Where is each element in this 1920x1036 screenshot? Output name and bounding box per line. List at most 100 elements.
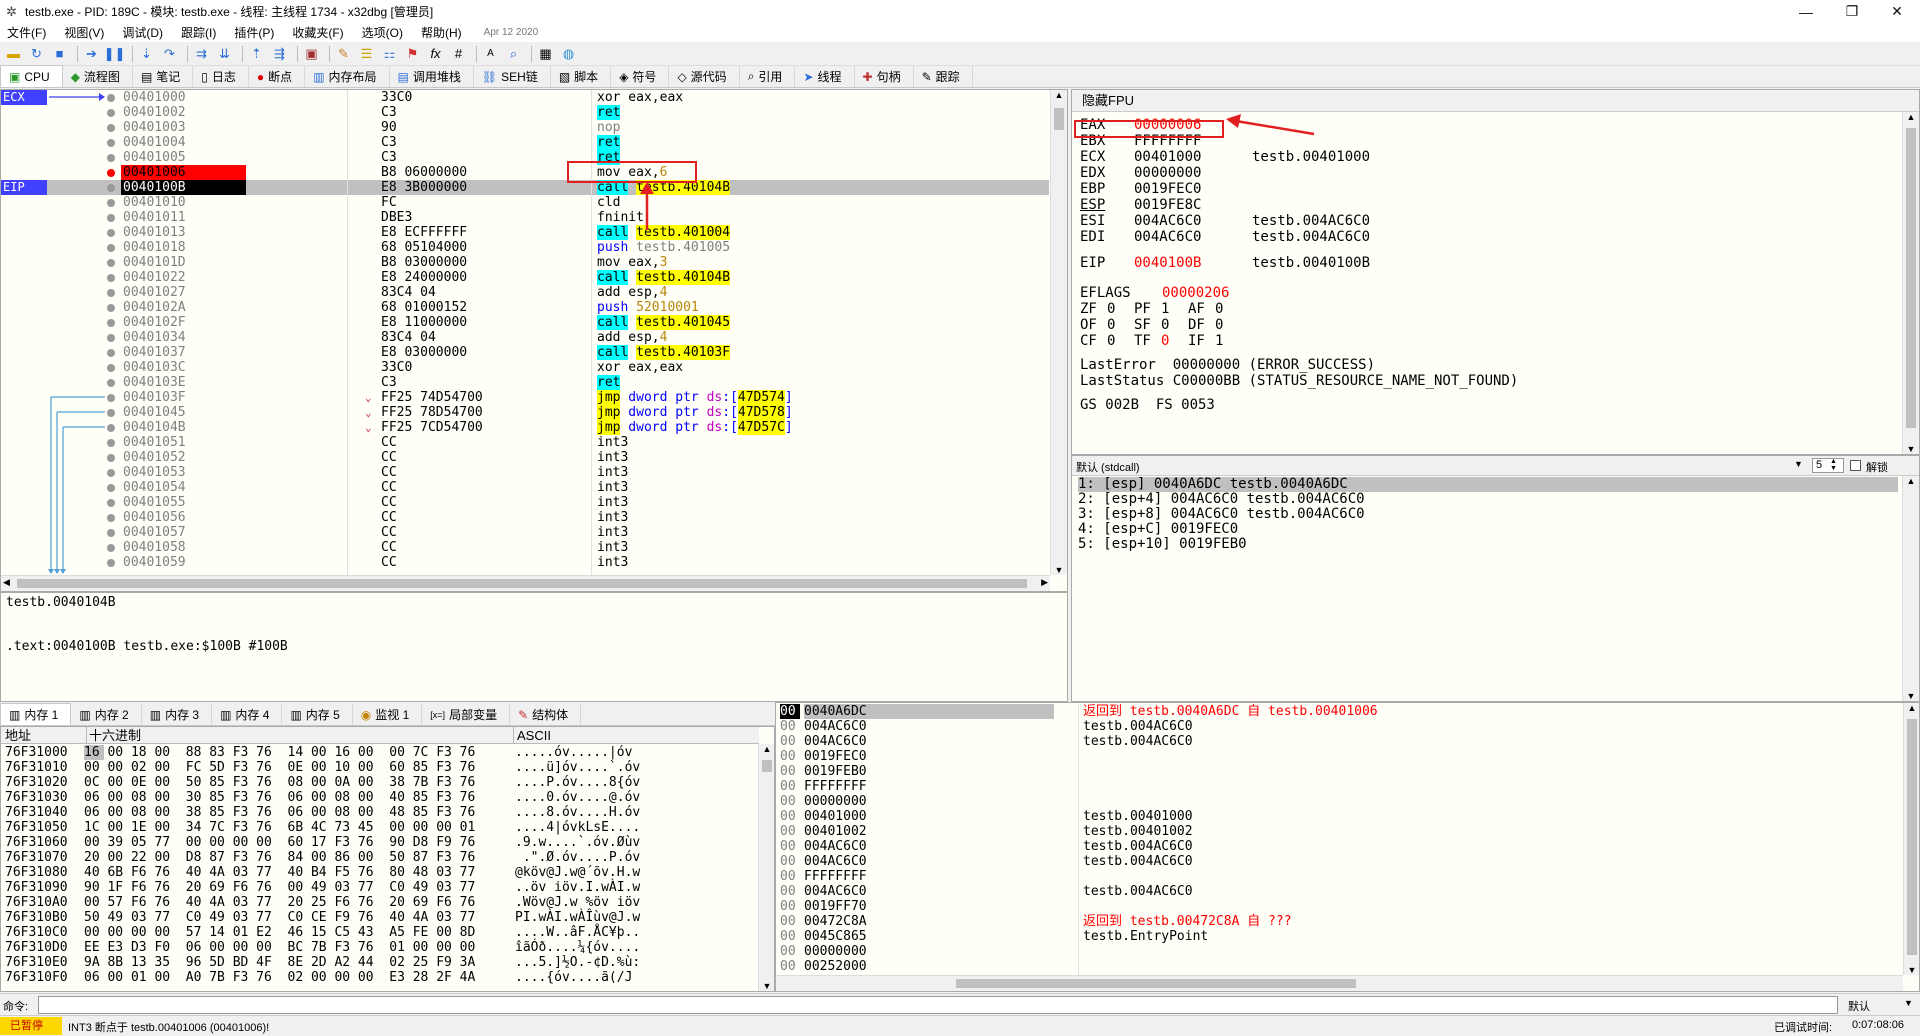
tab-references[interactable]: ⌕ 引用: [740, 66, 796, 87]
run-icon[interactable]: ➔: [82, 44, 101, 63]
scroll-down-icon[interactable]: ▼: [1903, 444, 1919, 454]
breakpoint-slot-icon[interactable]: [107, 244, 115, 252]
dump-row[interactable]: 76F31010 00 00 02 00 FC 5D F3 76 0E 00 10…: [1, 760, 759, 775]
unlock-checkbox[interactable]: [1850, 460, 1861, 471]
disassembly-row[interactable]: 00401057 CC int3: [1, 525, 1049, 540]
hash-icon[interactable]: #: [449, 44, 468, 63]
trace-into-icon[interactable]: ⇉: [192, 44, 211, 63]
tab-trace[interactable]: ✎ 跟踪: [914, 66, 973, 87]
stack-row[interactable]: 00 004AC6C0 testb.004AC6C0: [776, 734, 1904, 749]
breakpoint-slot-icon[interactable]: [107, 514, 115, 522]
disassembly-row[interactable]: 00401045 FF25 78D54700 ⌄ jmp dword ptr ds:[…: [1, 405, 1049, 420]
stack-row[interactable]: 00 00000000: [776, 944, 1904, 959]
disassembly-row[interactable]: 0040102F E8 11000000 call testb.401045: [1, 315, 1049, 330]
tab-memory-3[interactable]: ▥ 内存 3: [142, 704, 213, 725]
breakpoint-slot-icon[interactable]: [107, 499, 115, 507]
tab-memory-1[interactable]: ▥ 内存 1: [0, 703, 72, 725]
tab-watch-1[interactable]: ◉ 监视 1: [353, 704, 423, 725]
menu-options[interactable]: 选项(O): [362, 24, 403, 41]
breakpoint-slot-icon[interactable]: [107, 424, 115, 432]
arg-count-spinner[interactable]: 5: [1812, 458, 1844, 473]
disassembly-row[interactable]: 00401027 83C4 04 add esp,4: [1, 285, 1049, 300]
breakpoint-slot-icon[interactable]: [107, 529, 115, 537]
stack-row[interactable]: 00 00252000: [776, 959, 1904, 974]
disassembly-row[interactable]: 00401058 CC int3: [1, 540, 1049, 555]
stack-row[interactable]: 00 0040A6DC 返回到 testb.0040A6DC 自 testb.004…: [776, 704, 1904, 719]
scroll-up-icon[interactable]: ▲: [1903, 476, 1919, 486]
scroll-up-icon[interactable]: ▲: [1051, 90, 1067, 100]
register-value[interactable]: 00401000: [1134, 149, 1201, 165]
stack-row[interactable]: 00 00472C8A 返回到 testb.00472C8A 自 ???: [776, 914, 1904, 929]
disassembly-row[interactable]: 0040103E C3 ret: [1, 375, 1049, 390]
stack-row[interactable]: 00 004AC6C0 testb.004AC6C0: [776, 854, 1904, 869]
scroll-up-icon[interactable]: ▲: [759, 744, 774, 754]
breakpoint-slot-icon[interactable]: [107, 469, 115, 477]
bookmarks-icon[interactable]: ⚑: [403, 44, 422, 63]
breakpoint-slot-icon[interactable]: [107, 319, 115, 327]
dump-row[interactable]: 76F31060 00 39 05 77 00 00 00 00 60 17 F3…: [1, 835, 759, 850]
tab-breakpoints[interactable]: ● 断点: [249, 66, 306, 87]
register-value[interactable]: 0019FEC0: [1134, 181, 1201, 197]
comments-icon[interactable]: ☰: [357, 44, 376, 63]
run-to-user-code-icon[interactable]: ⇶: [270, 44, 289, 63]
strings-icon[interactable]: A: [481, 44, 500, 63]
command-input[interactable]: [38, 996, 1838, 1014]
dump-row[interactable]: 76F31030 06 00 08 00 30 85 F3 76 06 00 08…: [1, 790, 759, 805]
flag-value[interactable]: 0: [1107, 333, 1115, 349]
stack-row[interactable]: 00 00401002 testb.00401002: [776, 824, 1904, 839]
disassembly-row[interactable]: 0040104B FF25 7CD54700 ⌄ jmp dword ptr ds:[…: [1, 420, 1049, 435]
menu-view[interactable]: 视图(V): [64, 24, 104, 41]
execute-till-return-icon[interactable]: ⇡: [247, 44, 266, 63]
register-value[interactable]: 00000000: [1134, 165, 1201, 181]
dump-row[interactable]: 76F310E0 9A 8B 13 35 96 5D BD 4F 8E 2D A2…: [1, 955, 759, 970]
dump-row[interactable]: 76F310C0 00 00 00 00 57 14 01 E2 46 15 C5…: [1, 925, 759, 940]
flag-value[interactable]: 1: [1161, 301, 1169, 317]
help-globe-icon[interactable]: ◍: [559, 44, 578, 63]
command-mode-select[interactable]: 默认: [1848, 998, 1870, 1014]
register-value[interactable]: 004AC6C0: [1134, 213, 1201, 229]
stack-row[interactable]: 00 00401000 testb.00401000: [776, 809, 1904, 824]
scroll-thumb[interactable]: [17, 579, 1027, 588]
tab-threads[interactable]: ➤ 线程: [795, 66, 855, 87]
disassembly-row[interactable]: 00401011 DBE3 fninit: [1, 210, 1049, 225]
register-value[interactable]: 0019FE8C: [1134, 197, 1201, 213]
scroll-thumb[interactable]: [956, 979, 1356, 988]
dump-row[interactable]: 76F31070 20 00 22 00 D8 87 F3 76 84 00 86…: [1, 850, 759, 865]
register-value[interactable]: 0040100B: [1134, 255, 1201, 271]
calling-convention-select[interactable]: 默认 (stdcall): [1076, 459, 1140, 475]
breakpoint-slot-icon[interactable]: [107, 274, 115, 282]
dump-row[interactable]: 76F310A0 00 57 F6 76 40 4A 03 77 20 25 F6…: [1, 895, 759, 910]
breakpoint-slot-icon[interactable]: [107, 214, 115, 222]
tab-notes[interactable]: ▤ 笔记: [133, 66, 194, 87]
functions-icon[interactable]: fx: [426, 44, 445, 63]
stack-row[interactable]: 00 0019FEB0: [776, 764, 1904, 779]
scroll-left-icon[interactable]: ◀: [3, 577, 10, 588]
convention-dropdown-icon[interactable]: ▼: [1794, 459, 1803, 469]
disassembly-row[interactable]: 00401056 CC int3: [1, 510, 1049, 525]
disassembly-row[interactable]: 00401053 CC int3: [1, 465, 1049, 480]
trace-over-icon[interactable]: ⇊: [215, 44, 234, 63]
scroll-thumb[interactable]: [762, 760, 772, 772]
argument-row[interactable]: 3: [esp+8] 004AC6C0 testb.004AC6C0: [1078, 507, 1898, 522]
dump-row[interactable]: 76F310B0 50 49 03 77 C0 49 03 77 C0 CE F9…: [1, 910, 759, 925]
breakpoint-slot-icon[interactable]: [107, 454, 115, 462]
breakpoint-slot-icon[interactable]: [107, 139, 115, 147]
tab-memory-map[interactable]: ▥ 内存布局: [305, 66, 390, 87]
breakpoint-slot-icon[interactable]: [107, 394, 115, 402]
register-value[interactable]: 00000206: [1162, 285, 1229, 301]
breakpoint-slot-icon[interactable]: [107, 439, 115, 447]
restart-icon[interactable]: ↻: [27, 44, 46, 63]
scroll-up-icon[interactable]: ▲: [1904, 703, 1919, 713]
disassembly-row[interactable]: 00401000 33C0 xor eax,eax: [1, 90, 1049, 105]
tab-source[interactable]: ◇ 源代码: [669, 66, 740, 87]
spinner-arrows-icon[interactable]: ▲ ▼: [1830, 458, 1837, 472]
breakpoint-slot-icon[interactable]: [107, 349, 115, 357]
flag-value[interactable]: 0: [1107, 317, 1115, 333]
arguments-vscroll[interactable]: ▲ ▼: [1902, 476, 1919, 701]
dump-row[interactable]: 76F31080 40 6B F6 76 40 4A 03 77 40 B4 F5…: [1, 865, 759, 880]
disassembly-row[interactable]: 00401059 CC int3: [1, 555, 1049, 570]
breakpoint-slot-icon[interactable]: [107, 379, 115, 387]
flag-value[interactable]: 0: [1215, 301, 1223, 317]
breakpoint-slot-icon[interactable]: [107, 304, 115, 312]
breakpoint-slot-icon[interactable]: [107, 109, 115, 117]
